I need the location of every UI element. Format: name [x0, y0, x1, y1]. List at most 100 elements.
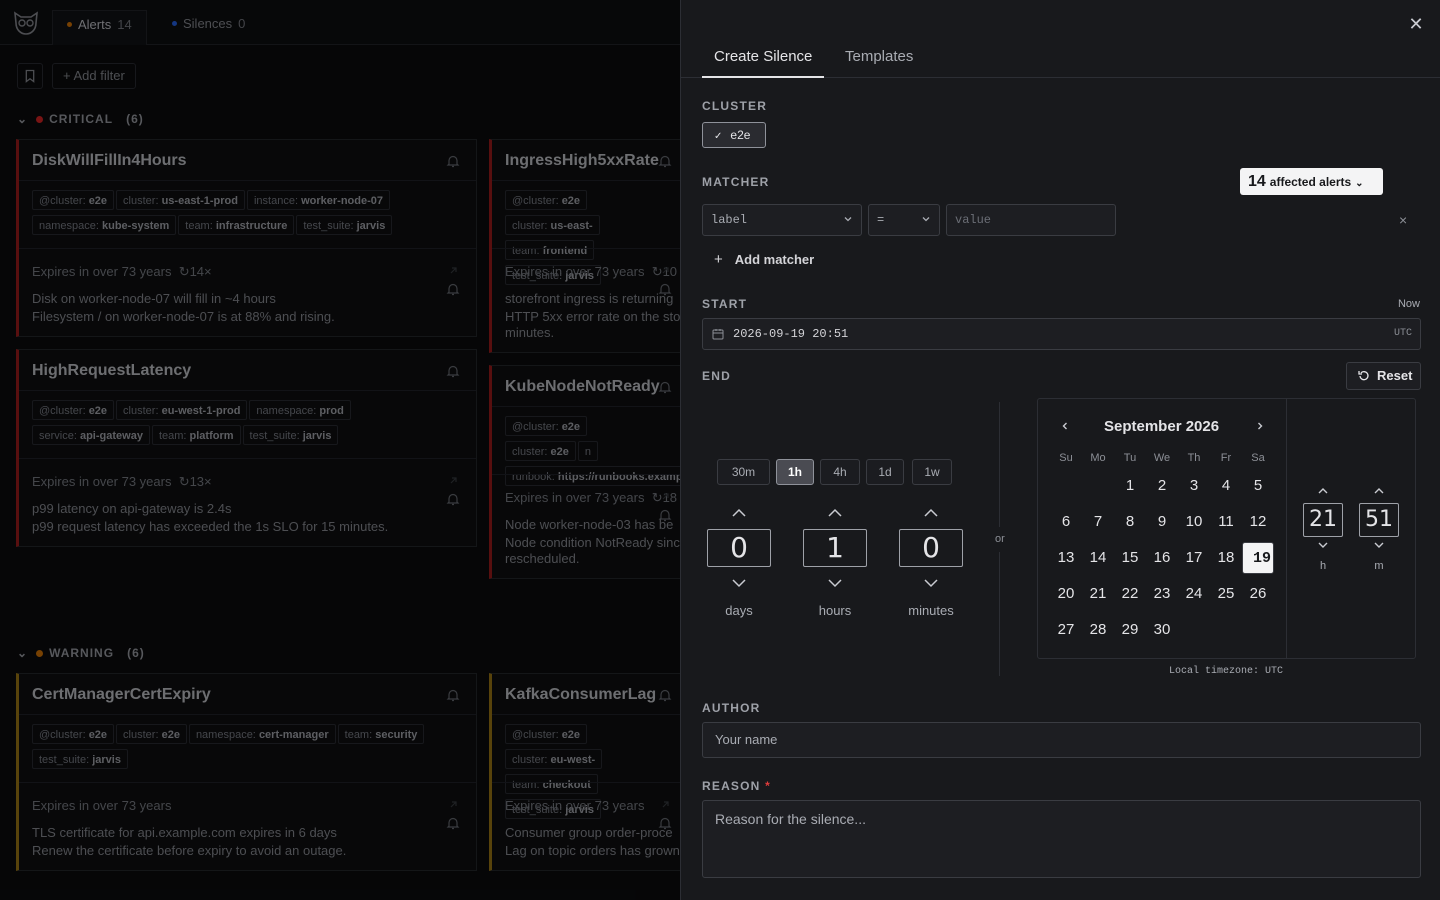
- calendar-day[interactable]: 18: [1210, 542, 1242, 574]
- quick-range-1d[interactable]: 1d: [866, 459, 904, 485]
- end-label: END: [702, 369, 731, 383]
- calendar-day[interactable]: 27: [1050, 614, 1082, 646]
- calendar-day[interactable]: 4: [1210, 470, 1242, 502]
- matcher-label: MATCHER: [702, 175, 770, 189]
- hours-value[interactable]: 1: [803, 529, 867, 567]
- calendar-day[interactable]: 2: [1146, 470, 1178, 502]
- hour-up-icon[interactable]: [1315, 486, 1331, 496]
- divider: [999, 402, 1000, 527]
- quick-range-1w[interactable]: 1w: [912, 459, 952, 485]
- hours-label: hours: [818, 603, 852, 618]
- minutes-label: minutes: [908, 603, 954, 618]
- calendar-day[interactable]: 30: [1146, 614, 1178, 646]
- calendar-day[interactable]: 9: [1146, 506, 1178, 538]
- minute-label: m: [1374, 560, 1384, 572]
- author-label: AUTHOR: [702, 701, 761, 715]
- close-icon[interactable]: ✕: [1408, 15, 1424, 33]
- minute-down-icon[interactable]: [1371, 540, 1387, 550]
- author-input[interactable]: Your name: [702, 722, 1421, 758]
- cluster-pill-e2e[interactable]: ✓ e2e: [702, 122, 766, 148]
- calendar-day[interactable]: 15: [1114, 542, 1146, 574]
- plus-icon: +: [714, 251, 723, 268]
- tab-create-silence[interactable]: Create Silence: [702, 48, 825, 78]
- minutes-up-icon[interactable]: [923, 508, 939, 518]
- add-matcher-button[interactable]: + Add matcher: [714, 251, 814, 268]
- calendar-day[interactable]: 16: [1146, 542, 1178, 574]
- hours-down-icon[interactable]: [827, 578, 843, 588]
- days-down-icon[interactable]: [731, 578, 747, 588]
- minutes-down-icon[interactable]: [923, 578, 939, 588]
- affected-alerts-button[interactable]: 14 affected alerts ⌄: [1240, 168, 1383, 195]
- add-matcher-label: Add matcher: [734, 252, 815, 267]
- reset-label: Reset: [1377, 368, 1413, 383]
- calendar-day[interactable]: 3: [1178, 470, 1210, 502]
- minute-value[interactable]: 51: [1359, 503, 1399, 537]
- reset-button[interactable]: Reset: [1346, 362, 1421, 390]
- chevron-down-icon: ⌄: [1355, 178, 1364, 189]
- calendar-day[interactable]: 8: [1114, 506, 1146, 538]
- calendar-day[interactable]: 21: [1082, 578, 1114, 610]
- hour-label: h: [1319, 560, 1327, 572]
- remove-matcher-icon[interactable]: ×: [1399, 212, 1407, 228]
- calendar-day[interactable]: 1: [1114, 470, 1146, 502]
- calendar-day[interactable]: 12: [1242, 506, 1274, 538]
- quick-range-30m[interactable]: 30m: [717, 459, 770, 485]
- matcher-label-select[interactable]: label: [702, 204, 862, 236]
- quick-range-4h[interactable]: 4h: [820, 459, 860, 485]
- start-timezone: UTC: [1393, 328, 1412, 339]
- divider: [1286, 399, 1287, 658]
- matcher-operator-select[interactable]: =: [868, 204, 940, 236]
- calendar-day[interactable]: 5: [1242, 470, 1274, 502]
- now-link[interactable]: Now: [1398, 298, 1420, 310]
- reset-icon: [1358, 371, 1369, 381]
- calendar-day[interactable]: 7: [1082, 506, 1114, 538]
- start-datetime-value: 2026-09-19 20:51: [733, 327, 849, 341]
- weekday-label: Th: [1187, 452, 1201, 464]
- days-up-icon[interactable]: [731, 508, 747, 518]
- hour-down-icon[interactable]: [1315, 540, 1331, 550]
- reason-label: REASON *: [702, 779, 771, 793]
- calendar-day-selected[interactable]: 19: [1242, 542, 1274, 574]
- calendar-day[interactable]: 24: [1178, 578, 1210, 610]
- chevron-down-icon: [844, 217, 852, 222]
- minutes-value[interactable]: 0: [899, 529, 963, 567]
- quick-range-1h[interactable]: 1h: [776, 459, 814, 485]
- calendar-day[interactable]: 20: [1050, 578, 1082, 610]
- hours-up-icon[interactable]: [827, 508, 843, 518]
- reason-textarea[interactable]: Reason for the silence...: [702, 800, 1421, 878]
- start-label: START: [702, 297, 748, 311]
- calendar-day[interactable]: 29: [1114, 614, 1146, 646]
- chevron-down-icon: [922, 217, 930, 222]
- calendar-day[interactable]: 10: [1178, 506, 1210, 538]
- or-label: or: [995, 533, 1005, 545]
- affected-label: affected alerts: [1269, 175, 1352, 189]
- calendar-icon: [712, 329, 724, 340]
- calendar-day[interactable]: 6: [1050, 506, 1082, 538]
- weekday-label: Mo: [1090, 452, 1106, 464]
- calendar-day[interactable]: 17: [1178, 542, 1210, 574]
- reason-label-text: REASON: [702, 779, 761, 793]
- start-datetime-input[interactable]: 2026-09-19 20:51 UTC: [702, 318, 1421, 350]
- calendar-day[interactable]: 26: [1242, 578, 1274, 610]
- calendar-day[interactable]: 22: [1114, 578, 1146, 610]
- calendar-day[interactable]: 14: [1082, 542, 1114, 574]
- calendar-day[interactable]: 23: [1146, 578, 1178, 610]
- tab-templates[interactable]: Templates: [845, 48, 913, 78]
- timezone-note: Local timezone: UTC: [1169, 666, 1284, 677]
- days-value[interactable]: 0: [707, 529, 771, 567]
- weekday-label: Su: [1059, 452, 1073, 464]
- check-icon: ✓: [714, 131, 723, 142]
- chevron-left-icon[interactable]: [1060, 421, 1070, 431]
- minute-up-icon[interactable]: [1371, 486, 1387, 496]
- calendar-day[interactable]: 11: [1210, 506, 1242, 538]
- required-marker: *: [765, 779, 771, 793]
- chevron-right-icon[interactable]: [1255, 421, 1265, 431]
- modal-overlay[interactable]: [0, 0, 680, 900]
- matcher-operator-value: =: [877, 213, 885, 227]
- matcher-value-input[interactable]: value: [946, 204, 1116, 236]
- calendar: September 2026 Su Mo Tu We Th Fr Sa 1 2 3 4 5 6 7 8 9 10…: [1037, 398, 1416, 659]
- hour-value[interactable]: 21: [1303, 503, 1343, 537]
- calendar-day[interactable]: 13: [1050, 542, 1082, 574]
- calendar-day[interactable]: 28: [1082, 614, 1114, 646]
- calendar-day[interactable]: 25: [1210, 578, 1242, 610]
